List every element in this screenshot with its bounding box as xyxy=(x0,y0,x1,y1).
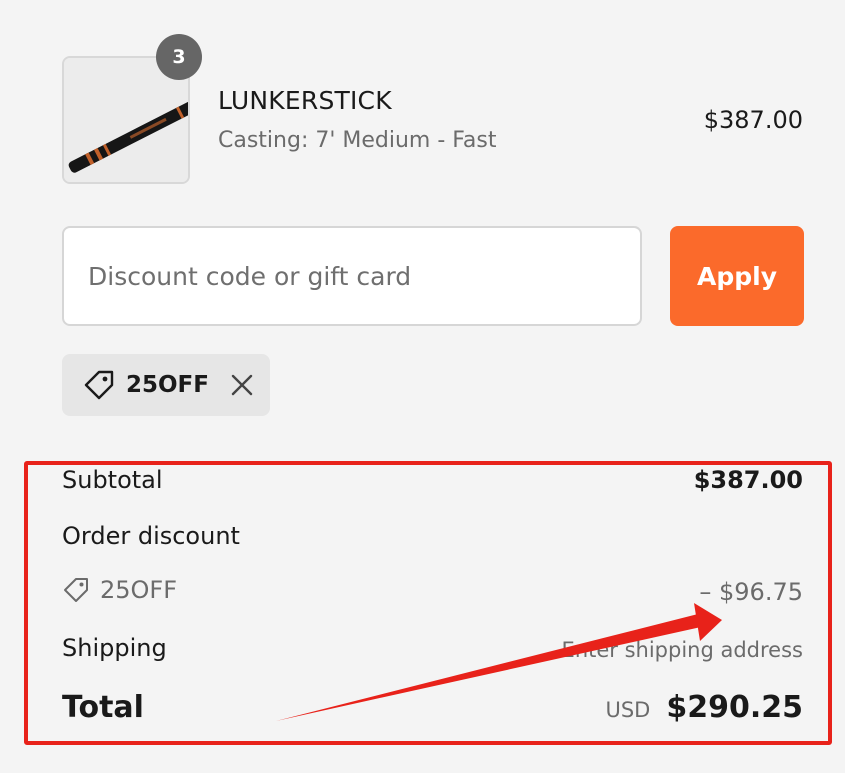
discount-code-row: 25OFF xyxy=(62,576,177,604)
discount-code-input[interactable] xyxy=(62,226,642,326)
product-name: LUNKERSTICK xyxy=(218,86,392,115)
product-price: $387.00 xyxy=(703,106,803,134)
shipping-label: Shipping xyxy=(62,634,167,662)
applied-discount-chip: 25OFF xyxy=(62,354,270,416)
currency-code: USD xyxy=(605,698,651,722)
tag-icon xyxy=(82,368,116,402)
order-discount-label: Order discount xyxy=(62,522,240,550)
subtotal-label: Subtotal xyxy=(62,466,163,494)
total-label: Total xyxy=(62,690,144,725)
tag-icon xyxy=(62,576,90,604)
quantity-badge: 3 xyxy=(156,34,202,80)
applied-code-label: 25OFF xyxy=(126,372,209,398)
checkout-summary-page: 3 LUNKERSTICK Casting: 7' Medium - Fast … xyxy=(0,0,845,773)
shipping-value: Enter shipping address xyxy=(561,638,803,662)
discount-amount: – $96.75 xyxy=(699,578,803,606)
subtotal-value: $387.00 xyxy=(693,466,803,494)
product-variant: Casting: 7' Medium - Fast xyxy=(218,128,497,153)
close-icon[interactable] xyxy=(229,372,255,398)
discount-code-text: 25OFF xyxy=(100,576,178,604)
total-group: USD $290.25 xyxy=(605,690,803,725)
apply-button[interactable]: Apply xyxy=(670,226,804,326)
total-value: $290.25 xyxy=(666,690,803,725)
